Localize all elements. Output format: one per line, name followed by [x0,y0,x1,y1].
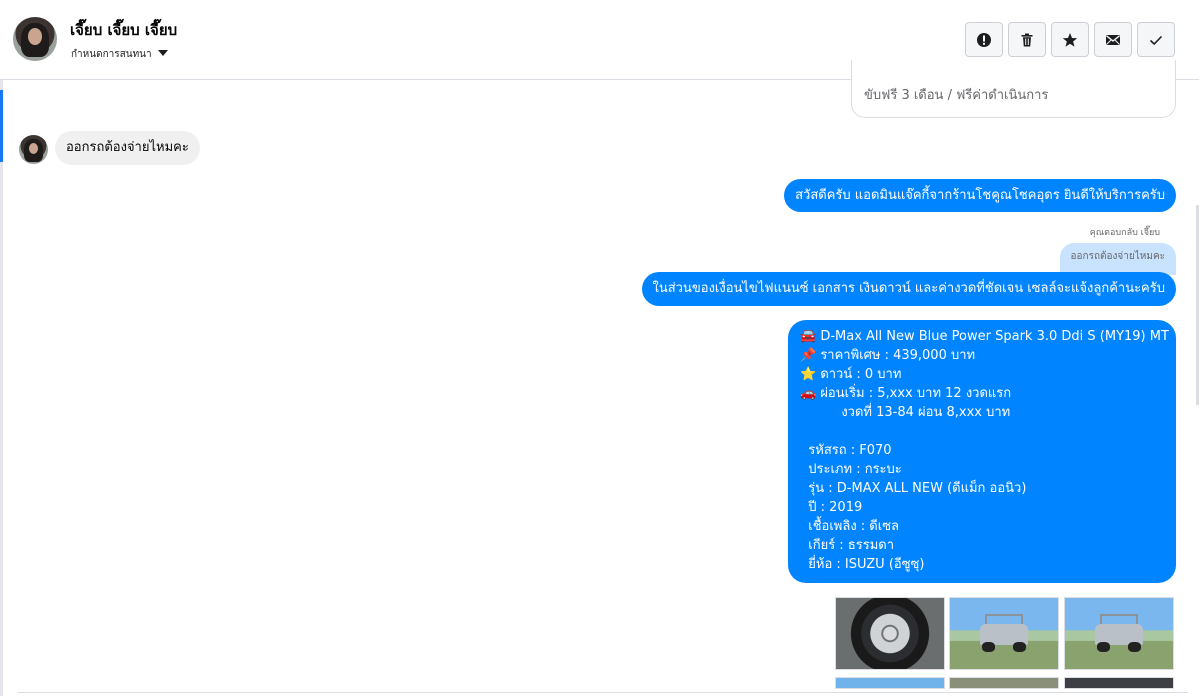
reply-quote[interactable]: ออกรถต้องจ่ายไหมคะ [1059,243,1176,275]
chevron-down-icon[interactable] [158,50,168,56]
sender-avatar[interactable] [19,135,48,164]
contact-name[interactable]: เจี๊ยบ เจี๊ยบ เจี๊ยบ [70,18,177,42]
car-detail-line: 🚗 ผ่อนเริ่ม : 5,xxx บาท 12 งวดแรก [800,386,1012,401]
car-detail-line [800,422,1164,441]
check-icon [1149,35,1163,45]
car-detail-line: ยี่ห้อ : ISUZU (อีซูซุ) [800,557,925,572]
contact-avatar[interactable] [13,17,57,61]
car-photo[interactable] [1064,677,1174,689]
mark-done-button[interactable] [1137,22,1175,57]
trash-icon [1021,33,1033,46]
car-detail-line: 📌 ราคาพิเศษ : 439,000 บาท [800,348,976,363]
car-detail-line: ประเภท : กระบะ [800,462,902,477]
car-photo-wheel[interactable] [835,597,945,670]
incoming-message[interactable]: ออกรถต้องจ่ายไหมคะ [55,131,200,165]
envelope-icon [1106,34,1120,45]
promo-card-text: ขับฟรี 3 เดือน / ฟรีค่าดำเนินการ [864,88,1049,103]
star-button[interactable] [1051,22,1089,57]
car-photo-side[interactable] [949,597,1059,670]
outgoing-message[interactable]: สวัสดีครับ แอดมินแจ๊คกี้จากร้านโชคูณโชคอ… [784,179,1176,212]
conversation-label[interactable]: กำหนดการสนทนา [71,47,152,62]
reply-label: คุณตอบกลับ เจี๊ยบ [1089,228,1160,238]
car-photo[interactable] [949,677,1059,689]
star-icon [1062,32,1078,47]
car-detail-line: 🚘 D-Max All New Blue Power Spark 3.0 Ddi… [800,329,1169,344]
composer-divider [18,692,1188,693]
car-detail-line: รหัสรถ : F070 [800,443,892,458]
delete-button[interactable] [1008,22,1046,57]
report-button[interactable] [965,22,1003,57]
car-detail-line: เชื้อเพลิง : ดีเซล [800,519,899,534]
outgoing-message[interactable]: ในส่วนของเงื่อนไขไฟแนนซ์ เอกสาร เงินดาวน… [641,272,1176,306]
car-photo-front[interactable] [1064,597,1174,670]
car-photo[interactable] [835,677,945,689]
car-details-message[interactable]: 🚘 D-Max All New Blue Power Spark 3.0 Ddi… [788,320,1176,583]
promo-card[interactable]: ขับฟรี 3 เดือน / ฟรีค่าดำเนินการ [851,60,1176,118]
alert-circle-icon [977,32,991,47]
mark-unread-button[interactable] [1094,22,1132,57]
car-detail-line: ปี : 2019 [800,500,863,515]
car-detail-line: เกียร์ : ธรรมดา [800,538,895,553]
car-detail-line: งวดที่ 13-84 ผ่อน 8,xxx บาท [800,405,1011,420]
car-detail-line: ⭐ ดาวน์ : 0 บาท [800,367,902,382]
car-detail-line: รุ่น : D-MAX ALL NEW (ดีแม็ก ออนิว) [800,481,1027,496]
selected-indicator [0,90,3,162]
